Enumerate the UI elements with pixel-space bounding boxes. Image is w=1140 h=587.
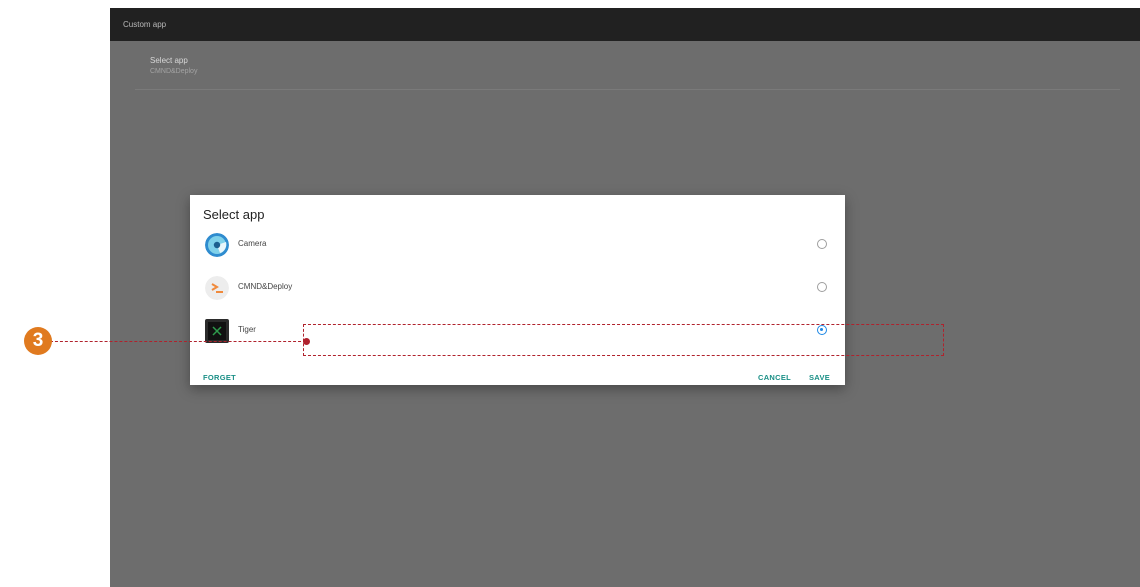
radio-button[interactable] — [817, 282, 827, 292]
setting-title: Select app — [150, 56, 188, 65]
app-option-camera[interactable]: Camera — [202, 228, 832, 264]
app-option-cmnd-deploy[interactable]: CMND&Deploy — [202, 271, 832, 307]
radio-button[interactable] — [817, 239, 827, 249]
save-button[interactable]: SAVE — [809, 373, 830, 382]
cancel-button[interactable]: CANCEL — [758, 373, 791, 382]
step-number-badge: 3 — [24, 327, 52, 355]
tiger-row-highlight — [303, 324, 944, 356]
select-app-setting[interactable]: Select app CMND&Deploy — [135, 52, 1120, 90]
app-titlebar: Custom app — [110, 8, 1140, 41]
dialog-title: Select app — [203, 207, 265, 222]
app-label: CMND&Deploy — [238, 282, 293, 291]
setting-value: CMND&Deploy — [150, 68, 198, 75]
tiger-icon — [205, 319, 229, 343]
select-app-dialog: Select app Camera CMND&Deploy Tiger FORG… — [190, 195, 845, 385]
camera-icon — [205, 233, 229, 257]
forget-button[interactable]: FORGET — [203, 373, 236, 382]
app-label: Camera — [238, 239, 267, 248]
callout-line — [50, 341, 306, 342]
callout-dot — [303, 338, 310, 345]
terminal-icon — [205, 276, 229, 300]
app-label: Tiger — [238, 325, 256, 334]
